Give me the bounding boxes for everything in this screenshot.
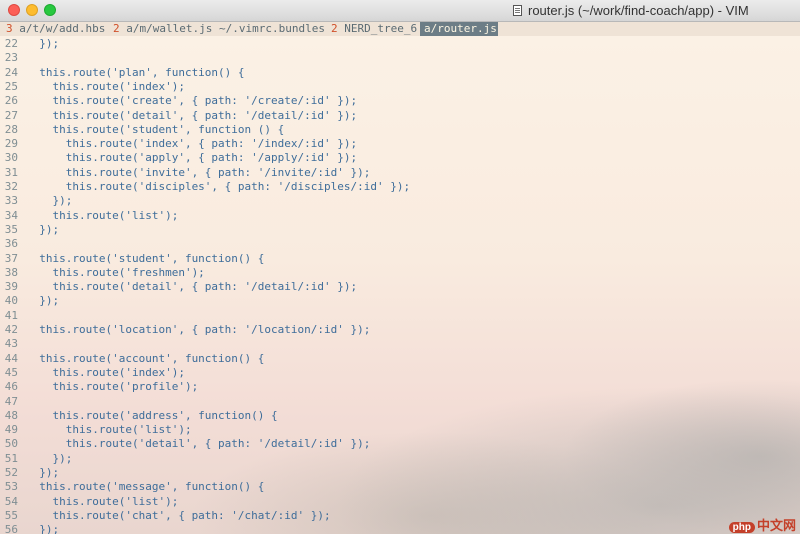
line-number: 39	[4, 280, 18, 294]
line-number: 42	[4, 323, 18, 336]
line-text: this.route('index');	[26, 365, 185, 379]
line-text: this.route('message', function() {	[26, 480, 265, 494]
line-text: this.route('chat', { path: '/chat/:id' }…	[26, 508, 331, 522]
line-text: });	[26, 194, 73, 208]
watermark-text: 中文网	[756, 518, 796, 533]
line-number: 47	[4, 394, 18, 408]
line-number: 32	[4, 180, 18, 193]
line-text: this.route('detail', { path: '/detail/:i…	[26, 108, 358, 122]
line-number: 26	[4, 94, 18, 108]
line-number: 50	[4, 437, 18, 451]
line-text: this.route('invite', { path: '/invite/:i…	[26, 165, 371, 179]
line-text: this.route('create', { path: '/create/:i…	[26, 94, 358, 108]
tab-label: ~/.vimrc.bundles	[219, 22, 325, 35]
line-number: 53	[4, 480, 18, 494]
line-number: 34	[4, 208, 18, 222]
line-number: 43	[4, 337, 18, 351]
line-number: 29	[4, 137, 18, 151]
line-text: this.route('location', { path: '/locatio…	[26, 323, 371, 336]
line-number: 51	[4, 451, 18, 465]
tab-nerd-tree[interactable]: 2 NERD_tree_6	[331, 22, 417, 36]
line-number: 41	[4, 308, 18, 322]
line-text: this.route('disciples', { path: '/discip…	[26, 180, 411, 193]
tab-buffer-count: 3	[6, 22, 13, 35]
line-text: });	[26, 466, 60, 479]
line-number: 44	[4, 351, 18, 365]
line-number: 25	[4, 79, 18, 93]
watermark: php 中文网	[728, 515, 796, 534]
line-text: this.route('list');	[26, 423, 192, 437]
line-text: this.route('freshmen');	[26, 265, 205, 279]
line-text: });	[26, 451, 73, 465]
line-text: this.route('account', function() {	[26, 351, 265, 365]
line-text: });	[26, 294, 60, 308]
line-number: 35	[4, 222, 18, 236]
line-number: 37	[4, 251, 18, 265]
line-text: this.route('student', function () {	[26, 122, 285, 136]
tab-add-hbs[interactable]: 3 a/t/w/add.hbs	[6, 22, 105, 36]
tab-buffer-count: 2	[331, 22, 338, 35]
tab-label: a/router.js	[424, 22, 497, 35]
line-text: });	[26, 37, 60, 50]
line-number: 52	[4, 466, 18, 479]
line-number: 22	[4, 37, 18, 50]
window-titlebar: router.js (~/work/find-coach/app) - VIM	[0, 0, 800, 22]
line-text: this.route('index');	[26, 79, 185, 93]
line-text: this.route('apply', { path: '/apply/:id'…	[26, 151, 358, 165]
tab-router-js[interactable]: a/router.js	[420, 22, 501, 36]
line-text: });	[26, 222, 60, 236]
line-number: 31	[4, 165, 18, 179]
code-editor[interactable]: 22 }); 23 24 this.route('plan', function()…	[0, 36, 800, 534]
line-number: 45	[4, 365, 18, 379]
line-number: 30	[4, 151, 18, 165]
line-text: });	[26, 523, 60, 534]
line-text: this.route('plan', function() {	[26, 65, 245, 79]
tab-label: a/t/w/add.hbs	[12, 22, 106, 35]
line-number: 49	[4, 423, 18, 437]
document-icon	[513, 5, 522, 16]
line-text: this.route('detail', { path: '/detail/:i…	[26, 437, 371, 451]
tabline-fill	[498, 22, 800, 36]
tab-label: NERD_tree_6	[337, 22, 418, 35]
minimize-window-button[interactable]	[26, 4, 38, 16]
maximize-window-button[interactable]	[44, 4, 56, 16]
line-number: 24	[4, 65, 18, 79]
line-number: 27	[4, 108, 18, 122]
line-number: 38	[4, 265, 18, 279]
window-title: router.js (~/work/find-coach/app) - VIM	[528, 3, 749, 18]
line-number: 28	[4, 122, 18, 136]
tab-label: a/m/wallet.js	[119, 22, 213, 35]
line-number: 54	[4, 494, 18, 508]
line-text: this.route('student', function() {	[26, 251, 265, 265]
line-number: 23	[4, 51, 18, 65]
watermark-badge: php	[728, 522, 755, 533]
line-text: this.route('list');	[26, 208, 179, 222]
line-number: 46	[4, 380, 18, 394]
line-text: this.route('profile');	[26, 380, 199, 394]
tab-vimrc-bundles[interactable]: ~/.vimrc.bundles	[219, 22, 325, 36]
line-text: this.route('list');	[26, 494, 179, 508]
line-number: 48	[4, 408, 18, 422]
line-number: 33	[4, 194, 18, 208]
vim-tabline: 3 a/t/w/add.hbs 2 a/m/wallet.js ~/.vimrc…	[0, 22, 800, 36]
line-number: 36	[4, 237, 18, 251]
line-text: this.route('index', { path: '/index/:id'…	[26, 137, 358, 151]
tab-wallet-js[interactable]: 2 a/m/wallet.js	[113, 22, 212, 36]
tab-buffer-count: 2	[113, 22, 120, 35]
close-window-button[interactable]	[8, 4, 20, 16]
line-number: 56	[4, 523, 18, 534]
line-number: 40	[4, 294, 18, 308]
window-title-group: router.js (~/work/find-coach/app) - VIM	[513, 3, 749, 18]
line-text: this.route('detail', { path: '/detail/:i…	[26, 280, 358, 294]
line-number: 55	[4, 508, 18, 522]
line-text: this.route('address', function() {	[26, 408, 278, 422]
